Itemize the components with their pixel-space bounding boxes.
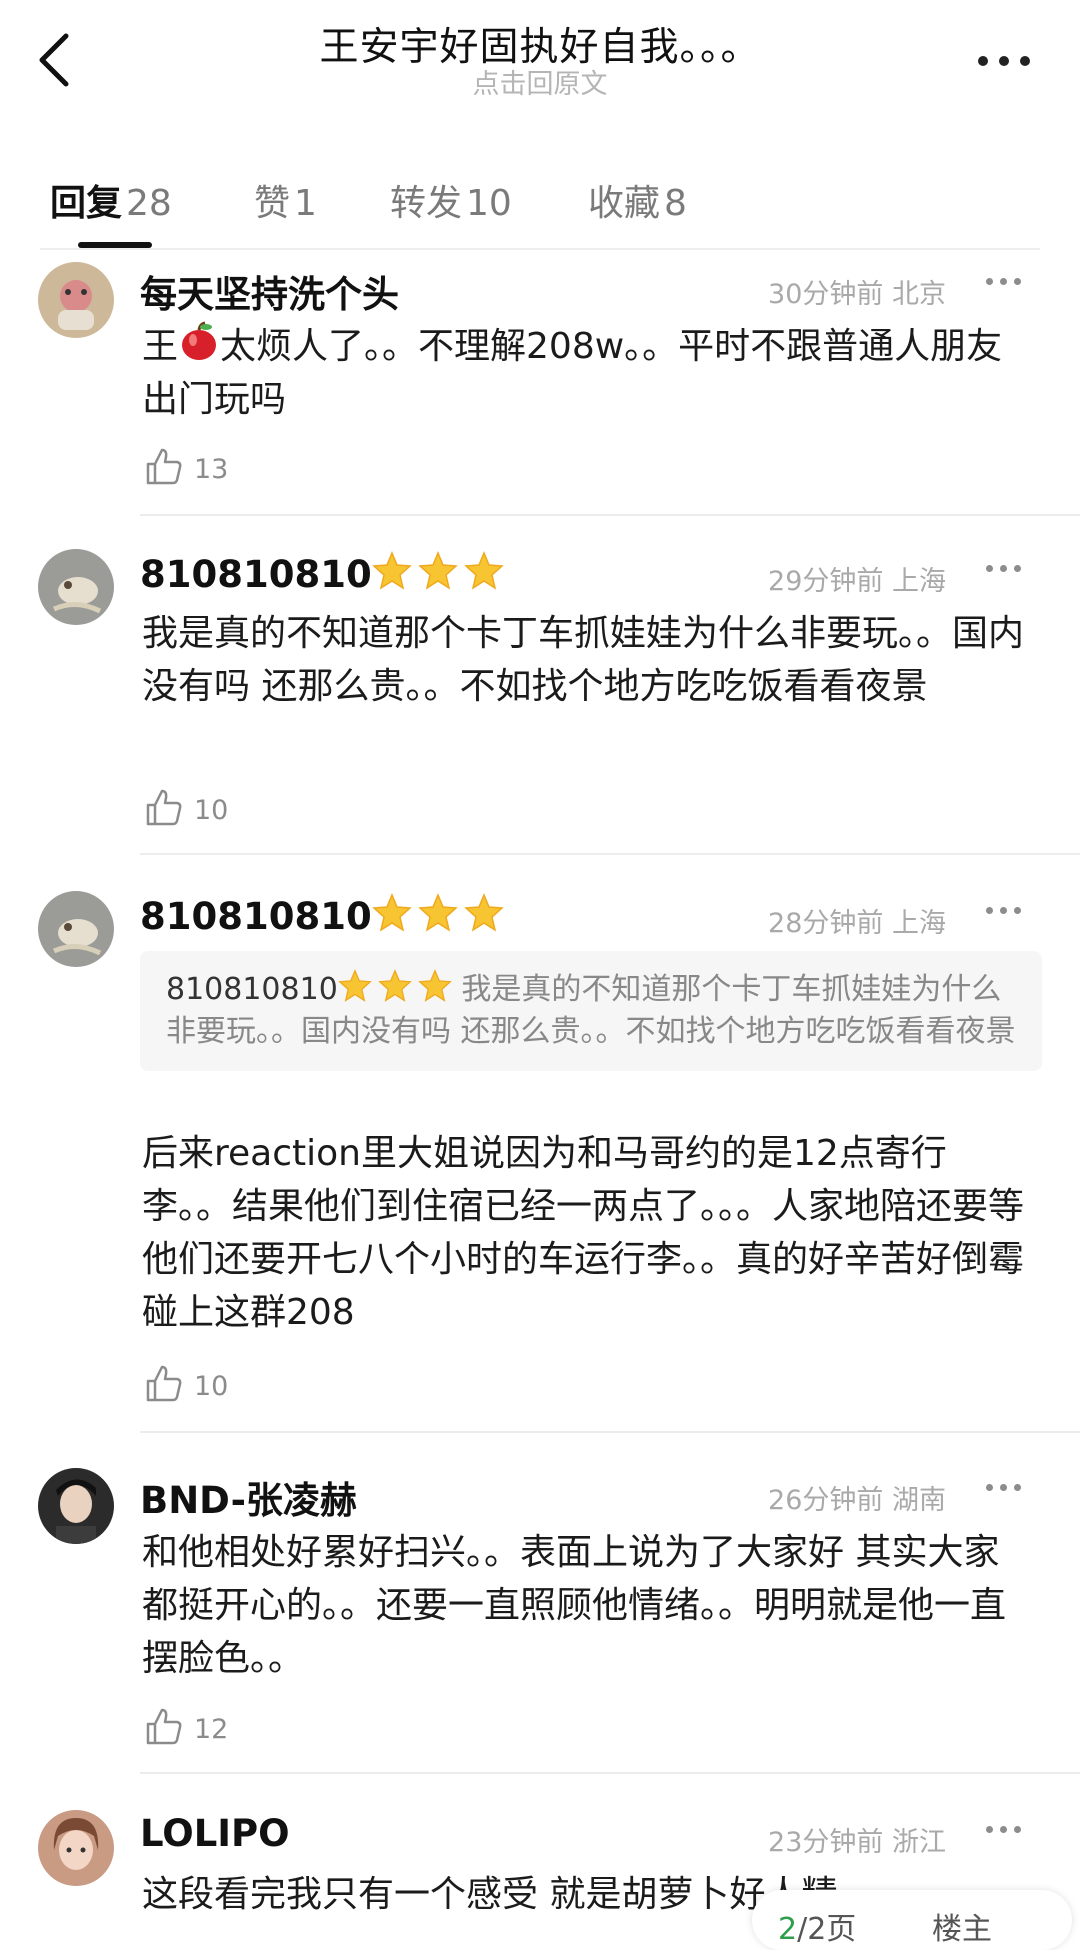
divider xyxy=(40,248,1040,250)
apple-emoji-icon xyxy=(182,321,217,360)
star-badge-icon xyxy=(371,893,504,938)
username[interactable]: 810810810 xyxy=(140,893,504,938)
avatar[interactable] xyxy=(38,1810,114,1886)
more-icon[interactable] xyxy=(984,272,1024,292)
comment-text-part: 太烦人了。。不理解208w。。平时不跟普通人朋友出门玩吗 xyxy=(142,326,1003,420)
username-text: 810810810 xyxy=(140,895,372,938)
tab-count: 10 xyxy=(466,183,512,224)
top-bar: 王安宇好固执好自我。。。 点击回原文 xyxy=(0,0,1080,130)
avatar[interactable] xyxy=(38,262,114,338)
username[interactable]: 每天坚持洗个头 xyxy=(140,264,399,318)
more-icon[interactable] xyxy=(984,1820,1024,1840)
username[interactable]: BND-张凌赫 xyxy=(140,1470,357,1524)
divider xyxy=(140,853,1080,855)
comment-meta: 30分钟前 北京 xyxy=(768,272,946,311)
tab-label: 赞 xyxy=(254,183,291,224)
username[interactable]: 810810810 xyxy=(140,551,504,596)
tab-label: 收藏 xyxy=(588,183,661,224)
like-count: 10 xyxy=(194,795,229,826)
comment-location: 湖南 xyxy=(892,1485,946,1516)
tab-replies[interactable]: 回复 28 xyxy=(50,174,172,226)
comment-time: 29分钟前 xyxy=(768,566,884,597)
comment-meta: 28分钟前 上海 xyxy=(768,901,946,940)
like-count: 12 xyxy=(194,1714,229,1745)
tab-label: 转发 xyxy=(390,183,463,224)
divider xyxy=(140,1431,1080,1433)
comment-text: 我是真的不知道那个卡丁车抓娃娃为什么非要玩。。国内没有吗 还那么贵。。不如找个地… xyxy=(142,613,1025,707)
tab-likes[interactable]: 赞1 xyxy=(254,174,317,226)
divider xyxy=(140,1772,1080,1774)
tab-bar: 回复 28 赞1 转发 10 收藏 8 xyxy=(0,150,1080,250)
like-count: 10 xyxy=(194,1371,229,1402)
avatar[interactable] xyxy=(38,891,114,967)
comment-meta: 26分钟前 湖南 xyxy=(768,1478,946,1517)
more-icon[interactable] xyxy=(974,40,1034,80)
star-badge-icon xyxy=(337,969,452,1007)
star-badge-icon xyxy=(371,551,504,596)
comment-time: 28分钟前 xyxy=(768,908,884,939)
username[interactable]: LOLIPO xyxy=(140,1812,290,1855)
comment-location: 北京 xyxy=(892,279,946,310)
avatar[interactable] xyxy=(38,1468,114,1544)
thumb-up-icon xyxy=(146,1708,182,1745)
quoted-username: 810810810 xyxy=(166,972,338,1007)
page-indicator[interactable]: 2/2页 xyxy=(778,1904,856,1948)
more-icon[interactable] xyxy=(984,901,1024,921)
tab-favorites[interactable]: 收藏 8 xyxy=(588,174,687,226)
comment-text: 后来reaction里大姐说因为和马哥约的是12点寄行李。。结果他们到住宿已经一… xyxy=(142,1133,1025,1333)
comment-time: 23分钟前 xyxy=(768,1827,884,1858)
comment-text: 王太烦人了。。不理解208w。。平时不跟普通人朋友出门玩吗 xyxy=(142,320,1032,426)
comment-location: 浙江 xyxy=(892,1827,946,1858)
divider xyxy=(140,514,1080,516)
more-icon[interactable] xyxy=(984,1478,1024,1498)
more-icon[interactable] xyxy=(984,559,1024,579)
comment-text: 和他相处好累好扫兴。。表面上说为了大家好 其实大家都挺开心的。。还要一直照顾他情… xyxy=(142,1532,1007,1679)
comment-location: 上海 xyxy=(892,908,946,939)
tab-label: 回复 xyxy=(50,183,123,224)
like-count: 13 xyxy=(194,454,229,485)
tab-reposts[interactable]: 转发 10 xyxy=(390,174,512,226)
avatar[interactable] xyxy=(38,549,114,625)
comment-meta: 23分钟前 浙江 xyxy=(768,1820,946,1859)
thumb-up-icon xyxy=(146,1365,182,1402)
page-navigator[interactable]: 2/2页 楼主 xyxy=(752,1890,1072,1950)
thumb-up-icon xyxy=(146,789,182,826)
comment-time: 30分钟前 xyxy=(768,279,884,310)
comment-text-part: 王 xyxy=(142,326,179,367)
back-to-original-link[interactable]: 点击回原文 xyxy=(0,62,1080,101)
tab-count: 8 xyxy=(664,183,687,224)
tab-count: 28 xyxy=(126,183,172,224)
comment-time: 26分钟前 xyxy=(768,1485,884,1516)
username-text: 810810810 xyxy=(140,553,372,596)
comment-location: 上海 xyxy=(892,566,946,597)
thumb-up-icon xyxy=(146,448,182,485)
tab-count: 1 xyxy=(294,183,317,224)
op-only-button[interactable]: 楼主 xyxy=(932,1904,992,1948)
comment-meta: 29分钟前 上海 xyxy=(768,559,946,598)
quoted-comment[interactable]: 810810810 我是真的不知道那个卡丁车抓娃娃为什么非要玩。。国内没有吗 还… xyxy=(140,951,1042,1071)
